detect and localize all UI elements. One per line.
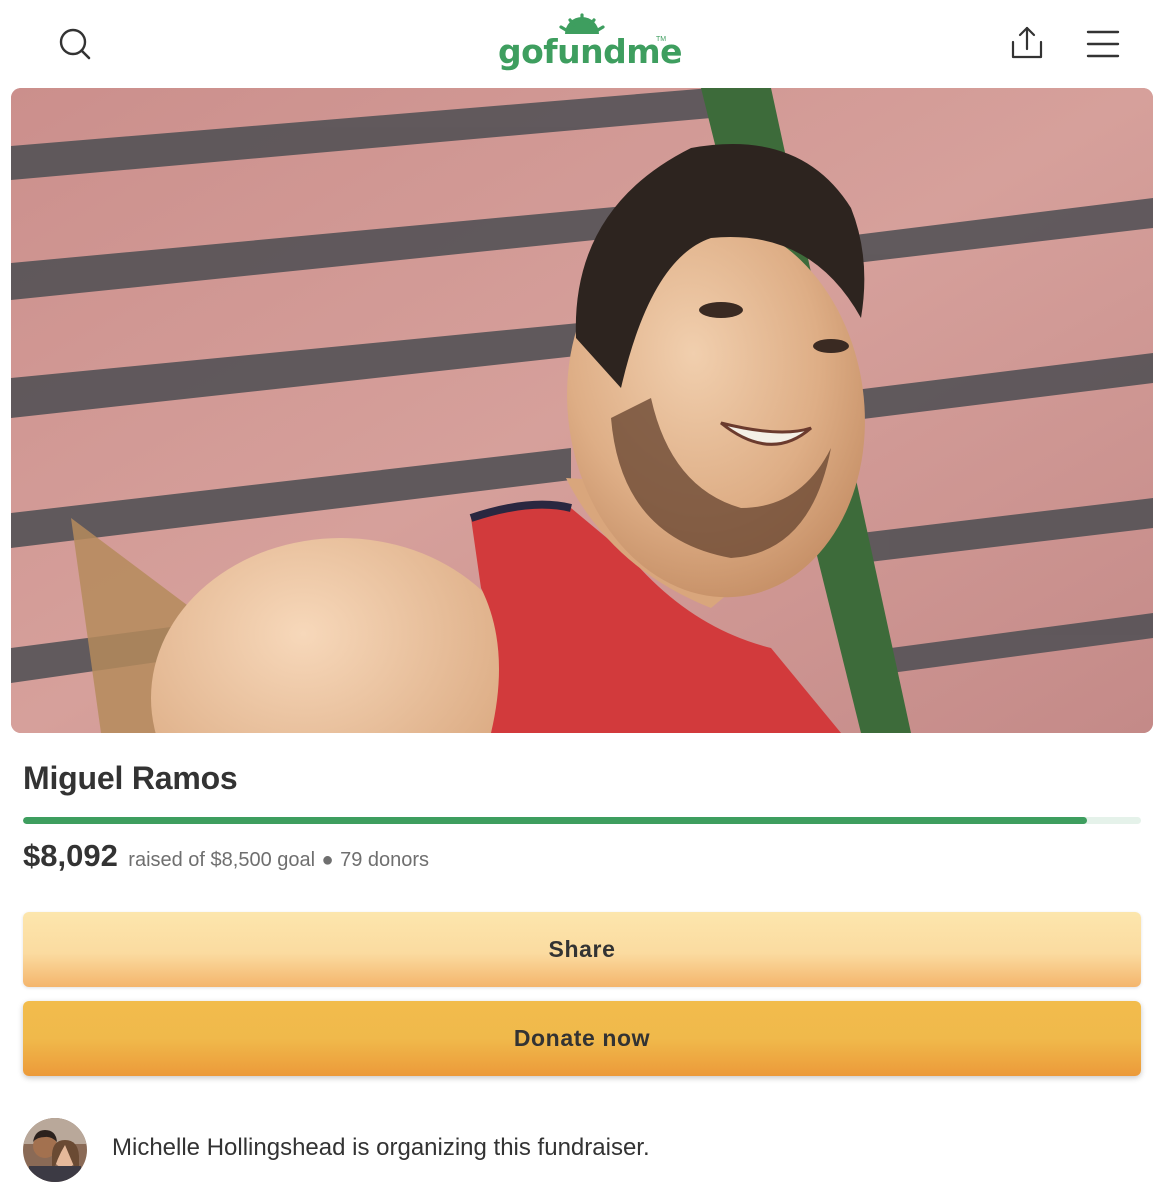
organizer-avatar[interactable] <box>23 1118 87 1182</box>
donation-stats: $8,092 raised of $8,500 goal ● 79 donors <box>23 838 429 874</box>
campaign-title: Miguel Ramos <box>23 760 238 796</box>
share-top-button[interactable] <box>1004 20 1050 66</box>
menu-button[interactable] <box>1082 24 1124 64</box>
top-nav-bar: gofundme TM <box>0 0 1160 88</box>
search-button[interactable] <box>52 22 96 66</box>
donate-now-button[interactable]: Donate now <box>23 1001 1141 1076</box>
hero-photo <box>11 88 1153 733</box>
avatar-photo <box>23 1118 87 1182</box>
progress-bar <box>23 817 1141 824</box>
search-icon <box>59 28 91 60</box>
amount-raised: $8,092 <box>23 838 118 873</box>
hamburger-menu-icon <box>1086 30 1120 58</box>
share-button[interactable]: Share <box>23 912 1141 987</box>
donor-count: 79 donors <box>340 849 430 871</box>
separator-dot: ● <box>321 849 334 871</box>
campaign-hero-image[interactable] <box>11 88 1153 733</box>
progress-bar-fill <box>23 817 1088 824</box>
organizer-text: Michelle Hollingshead is organizing this… <box>112 1134 650 1161</box>
share-upload-icon <box>1011 26 1043 59</box>
logo-wordmark: gofundme <box>498 32 683 71</box>
logo-trademark: TM <box>656 36 667 43</box>
organizer-row: Michelle Hollingshead is organizing this… <box>23 1118 1141 1182</box>
gofundme-logo[interactable]: gofundme TM <box>490 12 683 78</box>
goal-text: raised of $8,500 goal <box>128 849 316 871</box>
